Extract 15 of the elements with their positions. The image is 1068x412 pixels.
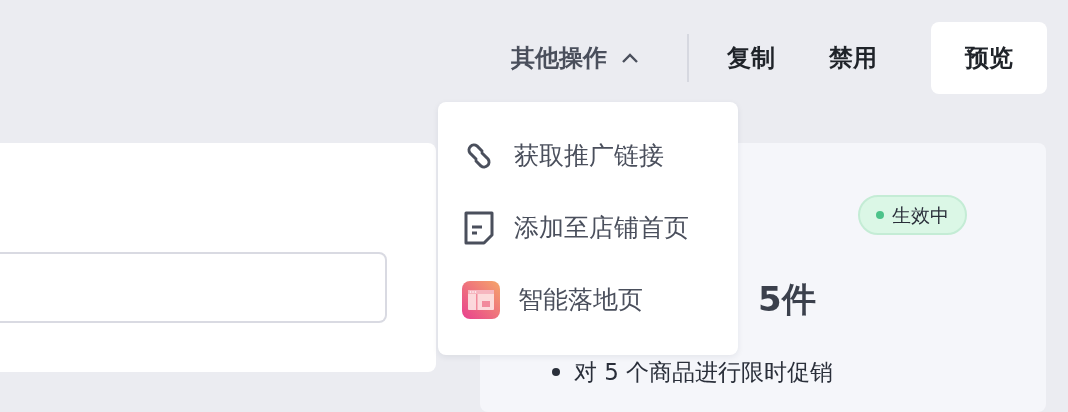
menu-item[interactable]: 添加至店铺首页	[438, 192, 738, 264]
action-button[interactable]: 禁用	[829, 40, 877, 76]
bullet-text: 对 5 个商品进行限时促销	[574, 358, 834, 387]
status-badge: 生效中	[858, 195, 967, 235]
preview-button[interactable]: 预览	[931, 22, 1047, 94]
menu-item[interactable]: 获取推广链接	[438, 120, 738, 192]
ai-page-icon	[462, 281, 500, 319]
input-field[interactable]	[0, 252, 387, 323]
bullet-dot	[552, 368, 560, 377]
document-icon	[462, 210, 496, 246]
menu-item[interactable]: 智能落地页	[438, 264, 738, 336]
caret-icon	[621, 52, 639, 64]
action-button[interactable]: 复制	[727, 40, 775, 76]
card-title: 5件	[758, 278, 817, 321]
more-actions-button[interactable]: 其他操作	[511, 40, 639, 76]
